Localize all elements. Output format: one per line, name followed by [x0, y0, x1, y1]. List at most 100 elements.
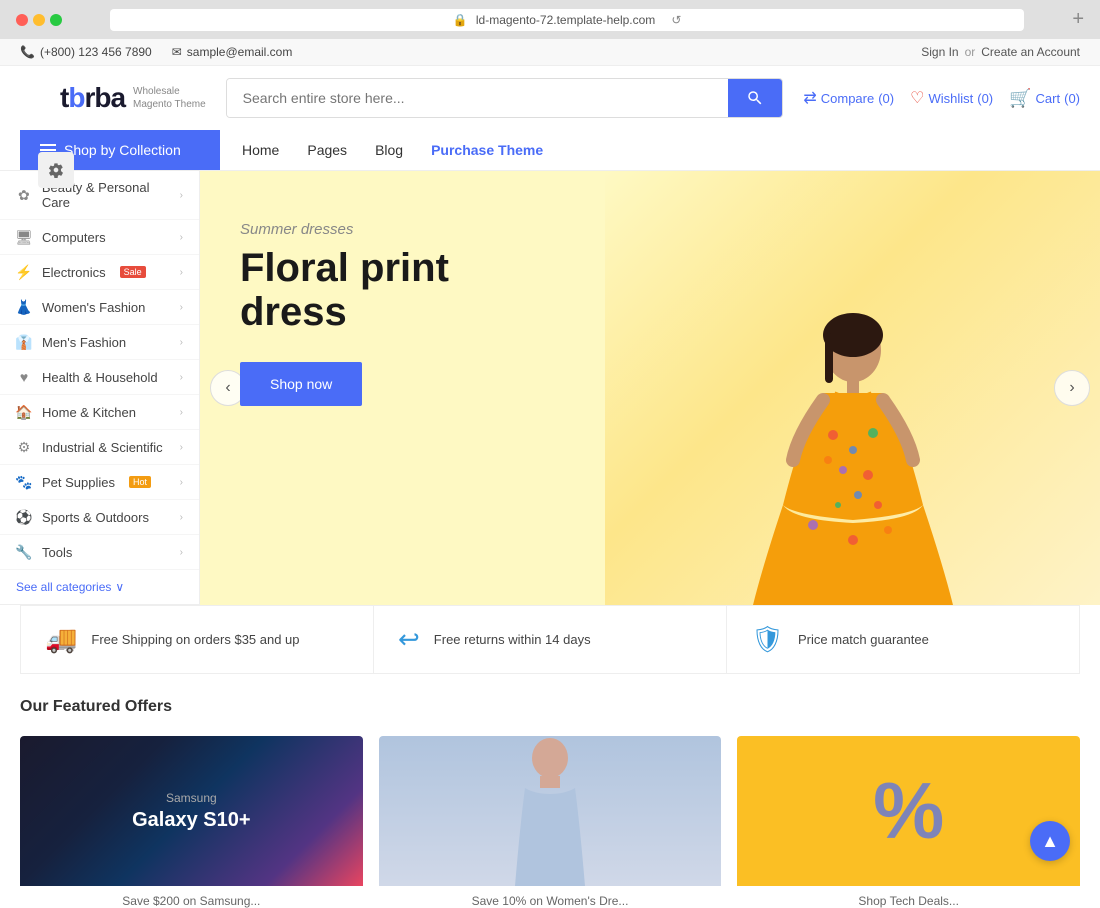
chevron-right-icon: ›: [180, 512, 183, 523]
scroll-top-btn[interactable]: ▲: [1030, 821, 1070, 861]
guarantee-icon: 🛡: [751, 624, 784, 655]
chevron-right-icon: ›: [180, 267, 183, 278]
tech-card-image: %: [737, 736, 1080, 886]
sidebar-item-electronics-label: Electronics: [42, 265, 106, 280]
or-text: or: [965, 45, 976, 59]
sidebar-item-computers[interactable]: 🖥 Computers ›: [0, 220, 199, 255]
benefit-guarantee-text: Price match guarantee: [798, 632, 929, 647]
wishlist-count: (0): [977, 91, 993, 106]
hero-next-btn[interactable]: ›: [1054, 370, 1090, 406]
wishlist-label: Wishlist: [928, 91, 973, 106]
womens-icon: 👗: [16, 299, 32, 315]
compare-count: (0): [878, 91, 894, 106]
nav-link-blog[interactable]: Blog: [363, 130, 415, 170]
dot-green[interactable]: [50, 14, 62, 26]
cart-count: (0): [1064, 91, 1080, 106]
chevron-right-icon: ›: [180, 232, 183, 243]
wishlist-link[interactable]: ♡ Wishlist (0): [910, 88, 993, 108]
benefit-guarantee: 🛡 Price match guarantee: [727, 606, 1079, 673]
nav-link-home[interactable]: Home: [230, 130, 291, 170]
url-bar[interactable]: 🔒 ld-magento-72.template-help.com ↺: [110, 9, 1024, 31]
featured-section: Our Featured Offers Samsung Galaxy S10+ …: [0, 674, 1100, 908]
benefits-bar: 🚚 Free Shipping on orders $35 and up ↩ F…: [20, 605, 1080, 674]
search-bar: [226, 78, 784, 118]
search-button[interactable]: [728, 79, 782, 117]
shop-collection-label: Shop by Collection: [64, 142, 181, 158]
chevron-down-icon: ∨: [115, 580, 124, 594]
chevron-right-icon: ›: [180, 190, 183, 201]
sidebar-item-beauty[interactable]: ✿ Beauty & Personal Care ›: [0, 171, 199, 220]
sidebar-menu: ✿ Beauty & Personal Care › 🖥 Computers ›…: [0, 171, 200, 605]
sidebar-item-electronics[interactable]: ⚡ Electronics Sale ›: [0, 255, 199, 290]
featured-card-tech[interactable]: % Shop Tech Deals...: [737, 736, 1080, 908]
signin-link[interactable]: Sign In: [921, 45, 958, 59]
galaxy-card-caption: Save $200 on Samsung...: [20, 894, 363, 908]
computers-icon: 🖥: [16, 229, 32, 245]
chevron-right-icon: ›: [180, 372, 183, 383]
sidebar-item-mens[interactable]: 👔 Men's Fashion ›: [0, 325, 199, 360]
featured-card-women[interactable]: Save 10% on Women's Dre...: [379, 736, 722, 908]
hot-badge: Hot: [129, 476, 151, 488]
sidebar-item-pet[interactable]: 🐾 Pet Supplies Hot ›: [0, 465, 199, 500]
shipping-icon: 🚚: [45, 624, 77, 655]
nav-link-pages[interactable]: Pages: [295, 130, 359, 170]
cart-link[interactable]: 🛒 Cart (0): [1009, 88, 1080, 109]
hero-title-text: Floral printdress: [240, 246, 449, 334]
sidebar-item-womens[interactable]: 👗 Women's Fashion ›: [0, 290, 199, 325]
nav-link-purchase[interactable]: Purchase Theme: [419, 130, 555, 170]
wishlist-icon: ♡: [910, 88, 924, 108]
percent-symbol: %: [873, 765, 944, 857]
create-account-link[interactable]: Create an Account: [981, 45, 1080, 59]
dot-yellow[interactable]: [33, 14, 45, 26]
sidebar-item-industrial-label: Industrial & Scientific: [42, 440, 163, 455]
compare-icon: ⇄: [803, 88, 816, 108]
hero-cta-btn[interactable]: Shop now: [240, 362, 362, 406]
sidebar-item-home-label: Home & Kitchen: [42, 405, 136, 420]
women-card-caption: Save 10% on Women's Dre...: [379, 894, 722, 908]
pet-icon: 🐾: [16, 474, 32, 490]
home-icon: 🏠: [16, 404, 32, 420]
url-text: ld-magento-72.template-help.com: [476, 13, 655, 27]
sidebar-item-health[interactable]: ♥ Health & Household ›: [0, 360, 199, 395]
email-info: ✉ sample@email.com: [172, 45, 293, 59]
nav-bar: Shop by Collection Home Pages Blog Purch…: [0, 130, 1100, 171]
dot-red[interactable]: [16, 14, 28, 26]
lock-icon: 🔒: [453, 13, 468, 27]
see-all-label: See all categories: [16, 580, 111, 594]
women-card-image: [379, 736, 722, 886]
sale-badge: Sale: [120, 266, 146, 278]
email-icon: ✉: [172, 45, 182, 59]
cart-label: Cart: [1036, 91, 1061, 106]
featured-card-galaxy[interactable]: Samsung Galaxy S10+ Save $200 on Samsung…: [20, 736, 363, 908]
hero-subtitle: Summer dresses: [240, 221, 520, 238]
tools-icon: 🔧: [16, 544, 32, 560]
sidebar-item-tools[interactable]: 🔧 Tools ›: [0, 535, 199, 570]
sports-icon: ⚽: [16, 509, 32, 525]
compare-link[interactable]: ⇄ Compare (0): [803, 88, 894, 108]
galaxy-card-image: Samsung Galaxy S10+: [20, 736, 363, 886]
logo[interactable]: tbrba Wholesale Magento Theme: [60, 82, 206, 114]
new-tab-btn[interactable]: +: [1072, 8, 1084, 31]
sidebar-item-tools-label: Tools: [42, 545, 72, 560]
browser-dots: [16, 14, 62, 26]
sidebar-item-home[interactable]: 🏠 Home & Kitchen ›: [0, 395, 199, 430]
hero-banner: ‹ Summer dresses Floral printdress Shop …: [200, 171, 1100, 605]
sidebar-item-industrial[interactable]: ⚙ Industrial & Scientific ›: [0, 430, 199, 465]
sidebar-item-sports-label: Sports & Outdoors: [42, 510, 149, 525]
electronics-icon: ⚡: [16, 264, 32, 280]
benefit-shipping-text: Free Shipping on orders $35 and up: [91, 632, 299, 647]
sidebar-item-womens-label: Women's Fashion: [42, 300, 145, 315]
scroll-top-icon: ▲: [1041, 831, 1059, 852]
phone-icon: 📞: [20, 45, 35, 59]
featured-title: Our Featured Offers: [20, 698, 1080, 716]
sidebar-item-sports[interactable]: ⚽ Sports & Outdoors ›: [0, 500, 199, 535]
health-icon: ♥: [16, 369, 32, 385]
settings-button[interactable]: [38, 152, 74, 188]
see-all-categories[interactable]: See all categories ∨: [0, 570, 199, 604]
refresh-icon[interactable]: ↺: [671, 13, 681, 27]
industrial-icon: ⚙: [16, 439, 32, 455]
browser-chrome: 🔒 ld-magento-72.template-help.com ↺ +: [0, 0, 1100, 39]
featured-grid: Samsung Galaxy S10+ Save $200 on Samsung…: [20, 736, 1080, 908]
chevron-right-icon: ›: [180, 337, 183, 348]
search-input[interactable]: [227, 79, 729, 117]
